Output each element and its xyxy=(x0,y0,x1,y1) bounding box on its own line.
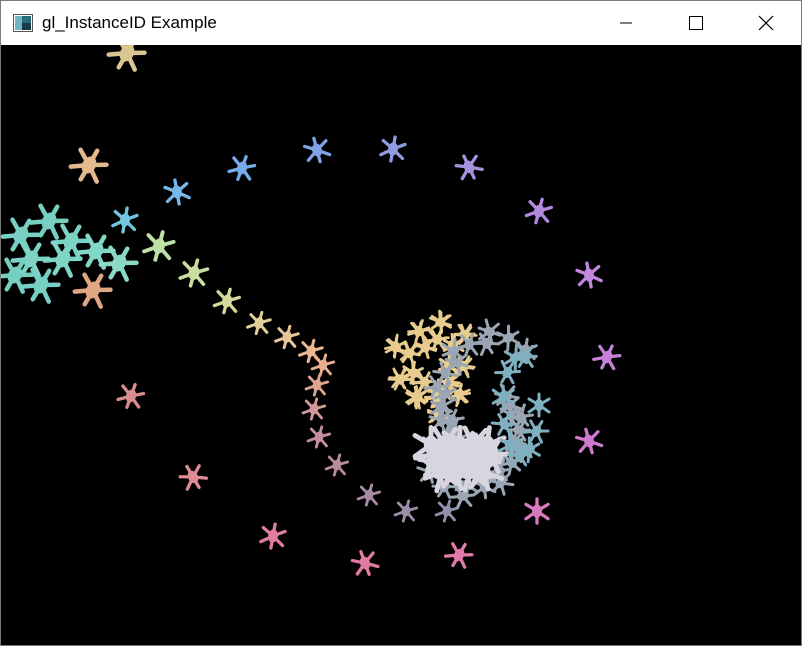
creature-cluster-instance xyxy=(50,223,91,260)
opengl-window-icon xyxy=(13,13,33,33)
creature-ring-instance xyxy=(178,464,209,491)
minimize-icon xyxy=(620,22,632,24)
creature-ring-instance xyxy=(592,344,622,371)
window-title: gl_InstanceID Example xyxy=(42,13,217,32)
creature-ring-instance xyxy=(227,154,257,182)
creature-ring-instance xyxy=(259,522,287,550)
creature-ring-instance xyxy=(443,542,474,569)
creature-trail-instance xyxy=(246,310,272,336)
creature-ring-instance xyxy=(575,427,604,455)
creature-trail-instance xyxy=(304,373,330,397)
minimize-button[interactable] xyxy=(603,1,649,45)
creature-trail-instance xyxy=(142,230,176,262)
creature-cluster-instance xyxy=(98,245,139,282)
creature-cluster-instance xyxy=(72,272,113,309)
creature-trail-instance xyxy=(274,324,300,350)
creature-trail-instance xyxy=(178,258,210,288)
maximize-button[interactable] xyxy=(673,1,719,45)
creature-trail-instance xyxy=(301,397,327,421)
creature-trail-instance xyxy=(306,425,332,449)
app-window: gl_InstanceID Example xyxy=(0,0,802,646)
creature-ring-instance xyxy=(116,382,146,410)
creature-cluster-instance xyxy=(106,45,147,72)
gl-viewport[interactable] xyxy=(1,45,801,645)
creature-ring-instance xyxy=(163,178,191,206)
creature-ring-instance xyxy=(524,497,550,525)
creature-ring-instance xyxy=(575,261,603,289)
close-button[interactable] xyxy=(743,1,789,45)
creature-trail-instance xyxy=(393,499,419,523)
creature-trail-instance xyxy=(356,483,382,507)
creature-trail-instance xyxy=(310,353,336,377)
creature-trail-instance xyxy=(434,499,460,523)
creature-swarm-instance xyxy=(522,419,550,444)
maximize-icon xyxy=(689,16,703,30)
creature-swarm-instance xyxy=(527,392,551,418)
close-icon xyxy=(758,15,774,31)
title-bar[interactable]: gl_InstanceID Example xyxy=(1,1,801,45)
scene-canvas xyxy=(1,45,622,577)
creature-swarm-instance xyxy=(388,367,411,390)
creature-trail-instance xyxy=(212,287,241,315)
creature-trail-instance xyxy=(324,453,350,477)
creature-ring-instance xyxy=(111,206,139,234)
creature-ring-instance xyxy=(350,549,380,577)
creature-ring-instance xyxy=(454,154,484,181)
creature-ring-instance xyxy=(524,197,553,225)
creature-ring-instance xyxy=(379,135,407,163)
creature-cluster-instance xyxy=(68,147,109,184)
creature-ring-instance xyxy=(303,136,332,164)
